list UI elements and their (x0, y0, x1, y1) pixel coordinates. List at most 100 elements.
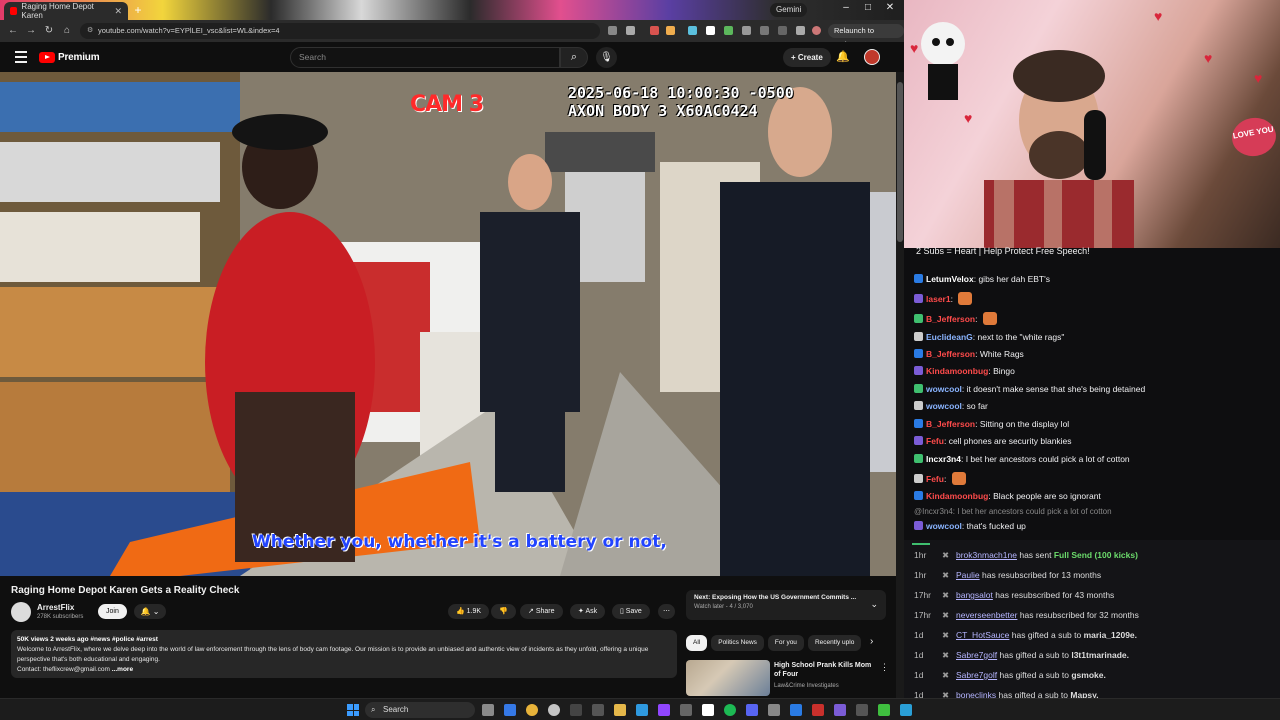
app-icon[interactable] (768, 704, 780, 716)
chevron-down-icon[interactable]: ⌄ (870, 599, 878, 610)
forward-icon[interactable]: → (24, 24, 38, 38)
edge-icon[interactable] (504, 704, 516, 716)
show-more-link[interactable]: ...more (112, 666, 133, 673)
chat-username[interactable]: Incxr3n4 (926, 454, 961, 464)
extensions-puzzle-icon[interactable] (742, 26, 751, 35)
discord-icon[interactable] (746, 704, 758, 716)
chat-username[interactable]: wowcool (926, 401, 962, 411)
downloads-icon[interactable] (760, 26, 769, 35)
extension-icon[interactable] (724, 26, 733, 35)
chip-all[interactable]: All (686, 635, 708, 651)
chat-username[interactable]: B_Jefferson (926, 419, 975, 429)
youtube-logo[interactable]: Premium (39, 51, 100, 63)
ask-button[interactable]: ✦ Ask (570, 604, 606, 619)
extension-icon[interactable] (666, 26, 675, 35)
event-username[interactable]: CT_HotSauce (956, 630, 1009, 640)
app-icon[interactable] (592, 704, 604, 716)
subscribed-bell-icon[interactable]: 🔔 ⌄ (134, 604, 166, 619)
chip-for-you[interactable]: For you (767, 635, 804, 651)
install-icon[interactable] (608, 26, 617, 35)
event-username[interactable]: Paulie (956, 570, 980, 580)
dislike-button[interactable]: 👎 (491, 604, 516, 619)
chat-username[interactable]: Kindamoonbug (926, 366, 988, 376)
extension-icon[interactable] (706, 26, 715, 35)
more-options-icon[interactable]: ⋮ (880, 662, 889, 673)
video-player[interactable]: CAM 3 2025-06-18 10:00:30 -0500 AXON BOD… (0, 72, 896, 576)
event-username[interactable]: Sabre7golf (956, 670, 997, 680)
chat-username[interactable]: wowcool (926, 384, 962, 394)
telegram-icon[interactable] (636, 704, 648, 716)
description-box[interactable]: 50K views 2 weeks ago #news #police #arr… (11, 630, 677, 678)
chip-politics-news[interactable]: Politics News (711, 635, 764, 651)
chat-username[interactable]: B_Jefferson (926, 349, 975, 359)
app-icon[interactable] (856, 704, 868, 716)
chip-recently-uploaded[interactable]: Recently uplo (807, 635, 862, 651)
join-button[interactable]: Join (98, 604, 127, 619)
event-username[interactable]: Sabre7golf (956, 650, 997, 660)
back-icon[interactable]: ← (6, 24, 20, 38)
search-icon[interactable]: ⌕ (560, 47, 588, 68)
chrome-icon[interactable] (526, 704, 538, 716)
app-icon[interactable] (680, 704, 692, 716)
browser-tab[interactable]: Raging Home Depot Karen ✕ (4, 2, 128, 20)
event-username[interactable]: brok3nmach1ne (956, 550, 1017, 560)
microphone-icon[interactable]: 🎙 (596, 47, 617, 68)
like-button[interactable]: 👍 1.9K (448, 604, 490, 619)
app-icon[interactable] (812, 704, 824, 716)
recommended-channel[interactable]: Law&Crime Investigates (774, 683, 839, 689)
app-icon[interactable] (834, 704, 846, 716)
extension-icon[interactable] (796, 26, 805, 35)
maximize-icon[interactable]: □ (858, 2, 878, 13)
playlist-next-box[interactable]: Next: Exposing How the US Government Com… (686, 590, 886, 620)
app-icon[interactable] (790, 704, 802, 716)
relaunch-button[interactable]: Relaunch to update (828, 24, 904, 49)
chevron-right-icon[interactable]: › (870, 636, 873, 647)
new-tab-button[interactable]: + (131, 3, 145, 17)
obs-icon[interactable] (702, 704, 714, 716)
url-field[interactable]: ⚙ youtube.com/watch?v=EYPlLEI_vsc&list=W… (80, 23, 600, 39)
task-view-icon[interactable] (482, 704, 494, 716)
extension-icon[interactable] (650, 26, 659, 35)
menu-icon[interactable] (15, 51, 27, 63)
site-info-icon[interactable]: ⚙ (87, 23, 93, 39)
chat-username[interactable]: laser1 (926, 294, 951, 304)
file-explorer-icon[interactable] (614, 704, 626, 716)
chat-username[interactable]: Fefu (926, 474, 944, 484)
chat-username[interactable]: wowcool (926, 521, 962, 531)
event-username[interactable]: neverseenbetter (956, 610, 1017, 620)
extension-icon[interactable] (688, 26, 697, 35)
share-button[interactable]: ↗ Share (520, 604, 563, 619)
app-icon[interactable] (570, 704, 582, 716)
app-icon[interactable] (900, 704, 912, 716)
taskbar-search[interactable]: ⌕ Search (365, 702, 475, 718)
save-button[interactable]: ▯ Save (612, 604, 650, 619)
recommended-title[interactable]: High School Prank Kills Mom of Four (774, 661, 878, 679)
minimize-icon[interactable]: – (836, 2, 856, 13)
recommended-thumbnail[interactable] (686, 660, 770, 696)
page-scrollbar[interactable] (896, 72, 904, 698)
chat-username[interactable]: B_Jefferson (926, 314, 975, 324)
app-icon[interactable] (878, 704, 890, 716)
notifications-bell-icon[interactable]: 🔔 (836, 50, 850, 63)
close-window-icon[interactable]: ✕ (880, 2, 900, 13)
reload-icon[interactable]: ↻ (42, 24, 56, 38)
create-button[interactable]: + Create (783, 48, 831, 67)
channel-name[interactable]: ArrestFlix (37, 603, 74, 612)
chat-username[interactable]: LetumVelox (926, 274, 974, 284)
event-username[interactable]: bangsalot (956, 590, 993, 600)
home-icon[interactable]: ⌂ (60, 24, 74, 38)
spotify-icon[interactable] (724, 704, 736, 716)
chat-username[interactable]: Kindamoonbug (926, 491, 988, 501)
channel-avatar[interactable] (11, 602, 31, 622)
twitch-icon[interactable] (658, 704, 670, 716)
profile-avatar-icon[interactable] (812, 26, 821, 35)
sidepanel-icon[interactable] (778, 26, 787, 35)
chat-username[interactable]: Fefu (926, 436, 944, 446)
scrollbar-thumb[interactable] (897, 82, 903, 242)
chat-username[interactable]: EuclideanG (926, 332, 973, 342)
chrome-profile-icon[interactable] (548, 704, 560, 716)
bookmark-star-icon[interactable] (626, 26, 635, 35)
start-icon[interactable] (347, 704, 359, 716)
more-actions-icon[interactable]: ⋯ (658, 604, 675, 619)
gemini-button[interactable]: Gemini (770, 3, 808, 17)
